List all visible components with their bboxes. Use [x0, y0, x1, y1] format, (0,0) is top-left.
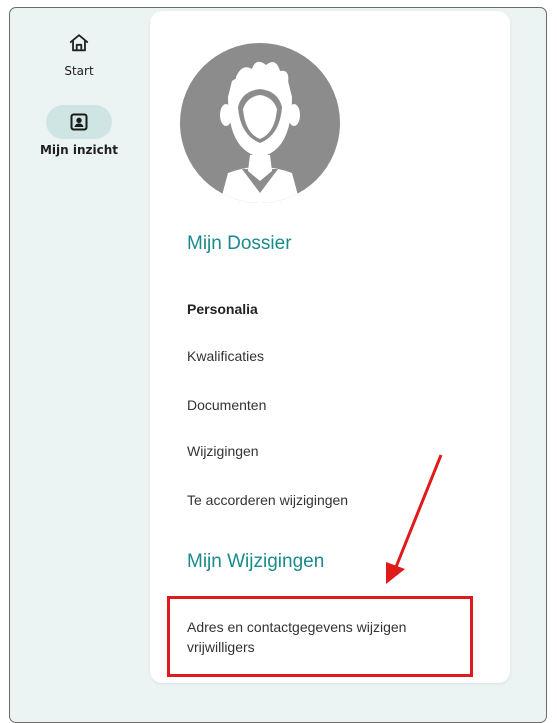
nav-item-start-label: Start	[64, 64, 94, 78]
contact-card-icon	[70, 113, 88, 131]
nav-item-start[interactable]: Start	[10, 26, 148, 78]
nav-item-mijn-inzicht-pill	[46, 105, 112, 139]
section-title-mijn-wijzigingen: Mijn Wijzigingen	[187, 551, 325, 572]
home-icon	[69, 34, 89, 52]
side-navigation: Start Mijn inzicht	[10, 8, 148, 722]
app-window: Start Mijn inzicht Mijn Dossier Personal…	[9, 7, 547, 723]
link-documenten[interactable]: Documenten	[187, 397, 266, 413]
nav-item-start-pill	[46, 26, 112, 60]
link-wijzigingen[interactable]: Wijzigingen	[187, 443, 259, 459]
link-kwalificaties[interactable]: Kwalificaties	[187, 348, 264, 364]
avatar	[180, 43, 340, 203]
link-personalia[interactable]: Personalia	[187, 301, 258, 317]
nav-item-mijn-inzicht[interactable]: Mijn inzicht	[10, 105, 148, 157]
link-te-accorderen-wijzigingen[interactable]: Te accorderen wijzigingen	[187, 492, 348, 508]
dossier-panel: Mijn Dossier Personalia Kwalificaties Do…	[150, 11, 510, 683]
nav-item-mijn-inzicht-label: Mijn inzicht	[39, 143, 119, 157]
section-title-mijn-dossier: Mijn Dossier	[187, 233, 292, 254]
link-adres-en-contactgegevens-wijzigen[interactable]: Adres en contactgegevens wijzigen vrijwi…	[187, 617, 477, 657]
